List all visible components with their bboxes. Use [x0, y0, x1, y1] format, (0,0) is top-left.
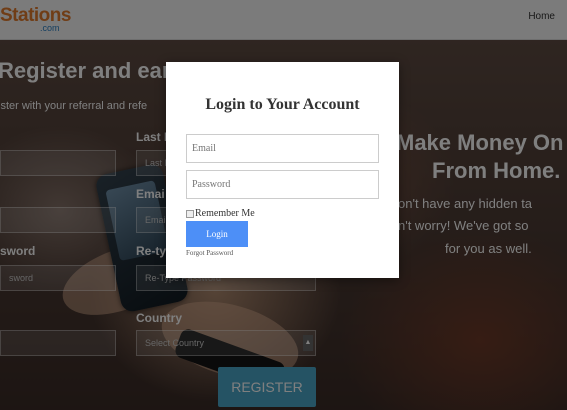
- email-input[interactable]: [186, 134, 379, 163]
- forgot-password-link[interactable]: Forgot Password: [186, 249, 233, 257]
- login-button[interactable]: Login: [186, 221, 248, 247]
- login-modal: Login to Your Account Remember Me Login …: [166, 62, 399, 278]
- remember-me-label: Remember Me: [195, 208, 255, 219]
- login-title: Login to Your Account: [205, 96, 360, 113]
- remember-me-checkbox[interactable]: [186, 209, 194, 218]
- remember-me[interactable]: Remember Me: [186, 208, 255, 219]
- password-input[interactable]: [186, 170, 379, 199]
